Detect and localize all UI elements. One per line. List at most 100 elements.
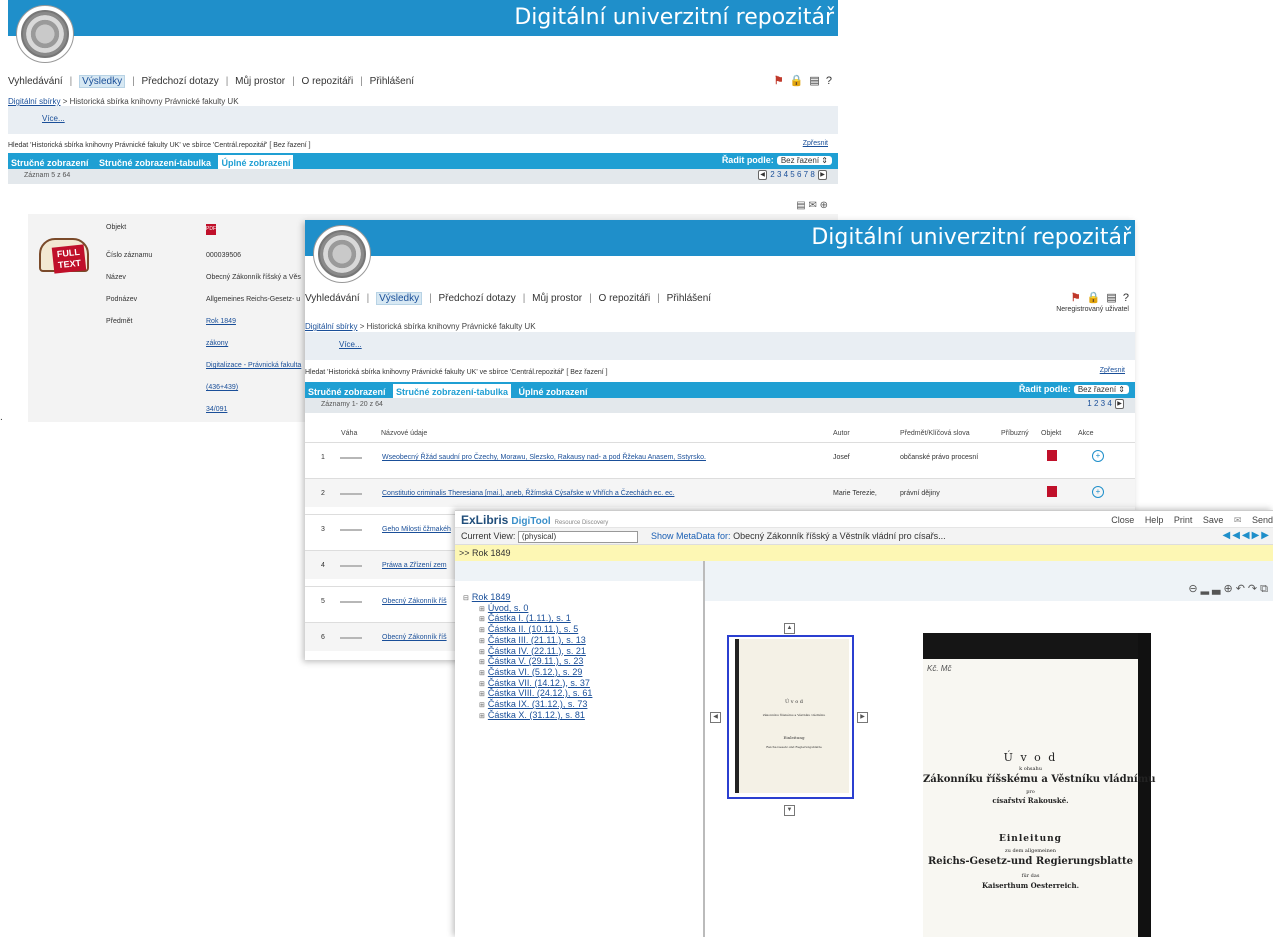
- header-banner: Digitální univerzitní repozitář: [305, 220, 1135, 256]
- field-label-record-number: Číslo záznamu: [106, 252, 153, 259]
- refine-link[interactable]: Zpřesnit: [803, 140, 828, 147]
- thumb-text: Einleitung: [783, 735, 805, 740]
- nav-my-space[interactable]: Můj prostor: [235, 76, 285, 87]
- rotate-right-icon[interactable]: ↷: [1248, 583, 1260, 595]
- breadcrumb-link-digital-collections[interactable]: Digitální sbírky: [305, 322, 357, 331]
- nav-login[interactable]: Přihlášení: [370, 76, 414, 87]
- column-header[interactable]: Příbuzný: [1001, 430, 1029, 437]
- subject-link[interactable]: Digitalizace - Právnická fakulta: [206, 362, 301, 369]
- row-title-link[interactable]: Geho Milosti čžmakéh: [382, 526, 451, 533]
- page-links[interactable]: 2 3 4 5 6 7 8: [770, 170, 814, 179]
- row-title-link[interactable]: Obecný Zákonník říš: [382, 598, 447, 605]
- page-links[interactable]: 1 2 3 4: [1087, 399, 1111, 408]
- help-icon[interactable]: ?: [1123, 292, 1129, 304]
- zoom-out-icon[interactable]: ⊖: [1188, 583, 1200, 595]
- breadcrumb-rest: > Historická sbírka knihovny Právnické f…: [357, 322, 536, 331]
- zoom-slider-icon[interactable]: ▂▃: [1201, 583, 1224, 595]
- subject-link[interactable]: (436+439): [206, 384, 238, 391]
- nav-my-space[interactable]: Můj prostor: [532, 293, 582, 304]
- more-link[interactable]: Více...: [339, 340, 362, 349]
- tree-item[interactable]: ⊞ Částka X. (31.12.), s. 81: [463, 710, 592, 722]
- add-icon[interactable]: +: [1092, 486, 1104, 498]
- tree-root[interactable]: Rok 1849: [472, 592, 511, 602]
- sort-select[interactable]: Bez řazení ⇕: [776, 156, 832, 165]
- thumbnail-left-arrow-icon[interactable]: ◀: [710, 712, 721, 723]
- current-view-select[interactable]: (physical): [517, 531, 638, 543]
- row-title-link[interactable]: Wseobecný Řžád saudní pro Čzechy, Morawu…: [382, 454, 706, 461]
- digitool-tagline: Resource Discovery: [554, 520, 609, 526]
- row-title-link[interactable]: Obecný Zákonník říš: [382, 634, 447, 641]
- thumbnail-right-arrow-icon[interactable]: ▶: [857, 712, 868, 723]
- column-header[interactable]: Akce: [1078, 430, 1094, 437]
- fulltext-book-icon[interactable]: FULL TEXT: [35, 228, 89, 280]
- field-value-subtitle: Allgemeines Reichs-Gesetz- u: [206, 296, 301, 303]
- breadcrumb-rest: > Historická sbírka knihovny Právnické f…: [60, 97, 239, 106]
- nav-results[interactable]: Výsledky: [79, 75, 126, 88]
- pagination: 1 2 3 4 ▶: [1087, 399, 1125, 409]
- nav-previous-queries[interactable]: Předchozí dotazy: [438, 293, 515, 304]
- nav-results[interactable]: Výsledky: [376, 292, 423, 305]
- nav-search[interactable]: Vyhledávání: [8, 76, 63, 87]
- row-number: 6: [321, 634, 325, 641]
- document-icon[interactable]: ▤: [1106, 291, 1116, 304]
- flag-icon[interactable]: ⚑: [774, 74, 784, 87]
- refine-link[interactable]: Zpřesnit: [1100, 367, 1125, 374]
- pdf-icon[interactable]: PDF: [206, 224, 216, 235]
- mail-icon[interactable]: ✉: [808, 200, 816, 211]
- column-header[interactable]: Názvové údaje: [381, 430, 427, 437]
- rotate-left-icon[interactable]: ↶: [1236, 583, 1248, 595]
- fit-page-icon[interactable]: ⧉: [1260, 583, 1271, 595]
- column-header[interactable]: Předmět/Klíčová slova: [900, 430, 970, 437]
- collapse-icon[interactable]: ⊟: [463, 595, 469, 604]
- lock-icon[interactable]: 🔒: [790, 74, 804, 87]
- column-header[interactable]: Váha: [341, 430, 357, 437]
- page-navigation-arrows[interactable]: ◀◀◀▶▶: [1223, 530, 1271, 541]
- page-thumbnail[interactable]: Ú v o d Zákonníku říšskému a Věstníku vl…: [727, 635, 854, 799]
- next-page-icon[interactable]: ▶: [818, 170, 827, 180]
- next-page-icon[interactable]: ▶: [1115, 399, 1124, 409]
- breadcrumb-link-digital-collections[interactable]: Digitální sbírky: [8, 97, 60, 106]
- thumbnail-up-arrow-icon[interactable]: ▲: [784, 623, 795, 634]
- viewer-breadcrumb: >> Rok 1849: [455, 545, 1273, 561]
- subject-link[interactable]: Rok 1849: [206, 318, 236, 325]
- document-icon[interactable]: ▤: [809, 74, 819, 87]
- help-button[interactable]: Help: [1145, 515, 1164, 525]
- prev-page-icon[interactable]: ◀: [758, 170, 768, 180]
- pdf-icon[interactable]: [1047, 486, 1057, 497]
- row-title-link[interactable]: Práwa a Zřízení zem: [382, 562, 447, 569]
- close-button[interactable]: Close: [1111, 515, 1134, 525]
- nav-about[interactable]: O repozitáři: [599, 293, 651, 304]
- column-header[interactable]: Objekt: [1041, 430, 1061, 437]
- university-seal-logo[interactable]: [313, 225, 371, 283]
- flag-icon[interactable]: ⚑: [1071, 291, 1081, 304]
- add-icon[interactable]: +: [1092, 450, 1104, 462]
- nav-previous-queries[interactable]: Předchozí dotazy: [141, 76, 218, 87]
- column-header[interactable]: Autor: [833, 430, 850, 437]
- thumbnail-down-arrow-icon[interactable]: ▼: [784, 805, 795, 816]
- nav-login[interactable]: Přihlášení: [667, 293, 711, 304]
- view-tab-bar: Stručné zobrazení Stručné zobrazení-tabu…: [8, 153, 838, 171]
- save-button[interactable]: Save: [1203, 515, 1224, 525]
- help-icon[interactable]: ?: [826, 75, 832, 87]
- lock-icon[interactable]: 🔒: [1087, 291, 1101, 304]
- add-icon[interactable]: ⊕: [820, 200, 828, 211]
- page-line: Reichs-Gesetz-und Regierungsblatte: [927, 856, 1134, 867]
- subject-link[interactable]: zákony: [206, 340, 228, 347]
- page-line: k ohsahu: [1019, 766, 1042, 772]
- university-seal-logo[interactable]: [16, 5, 74, 63]
- more-band: Více...: [8, 106, 838, 134]
- send-button[interactable]: Send: [1252, 515, 1273, 525]
- more-link[interactable]: Více...: [42, 114, 65, 123]
- nav-search[interactable]: Vyhledávání: [305, 293, 360, 304]
- print-button[interactable]: Print: [1174, 515, 1193, 525]
- stray-dot: .: [0, 412, 3, 423]
- pdf-icon[interactable]: [1047, 450, 1057, 461]
- print-icon[interactable]: ▤: [796, 200, 805, 211]
- subject-link[interactable]: 34/091: [206, 406, 227, 413]
- send-icon[interactable]: ✉: [1234, 515, 1242, 525]
- nav-about[interactable]: O repozitáři: [302, 76, 354, 87]
- zoom-in-icon[interactable]: ⊕: [1223, 583, 1235, 595]
- sort-select[interactable]: Bez řazení ⇕: [1073, 385, 1129, 394]
- row-title-link[interactable]: Constitutio criminalis Theresiana [mai.]…: [382, 490, 674, 497]
- show-metadata-link[interactable]: Show MetaData for:: [651, 531, 731, 541]
